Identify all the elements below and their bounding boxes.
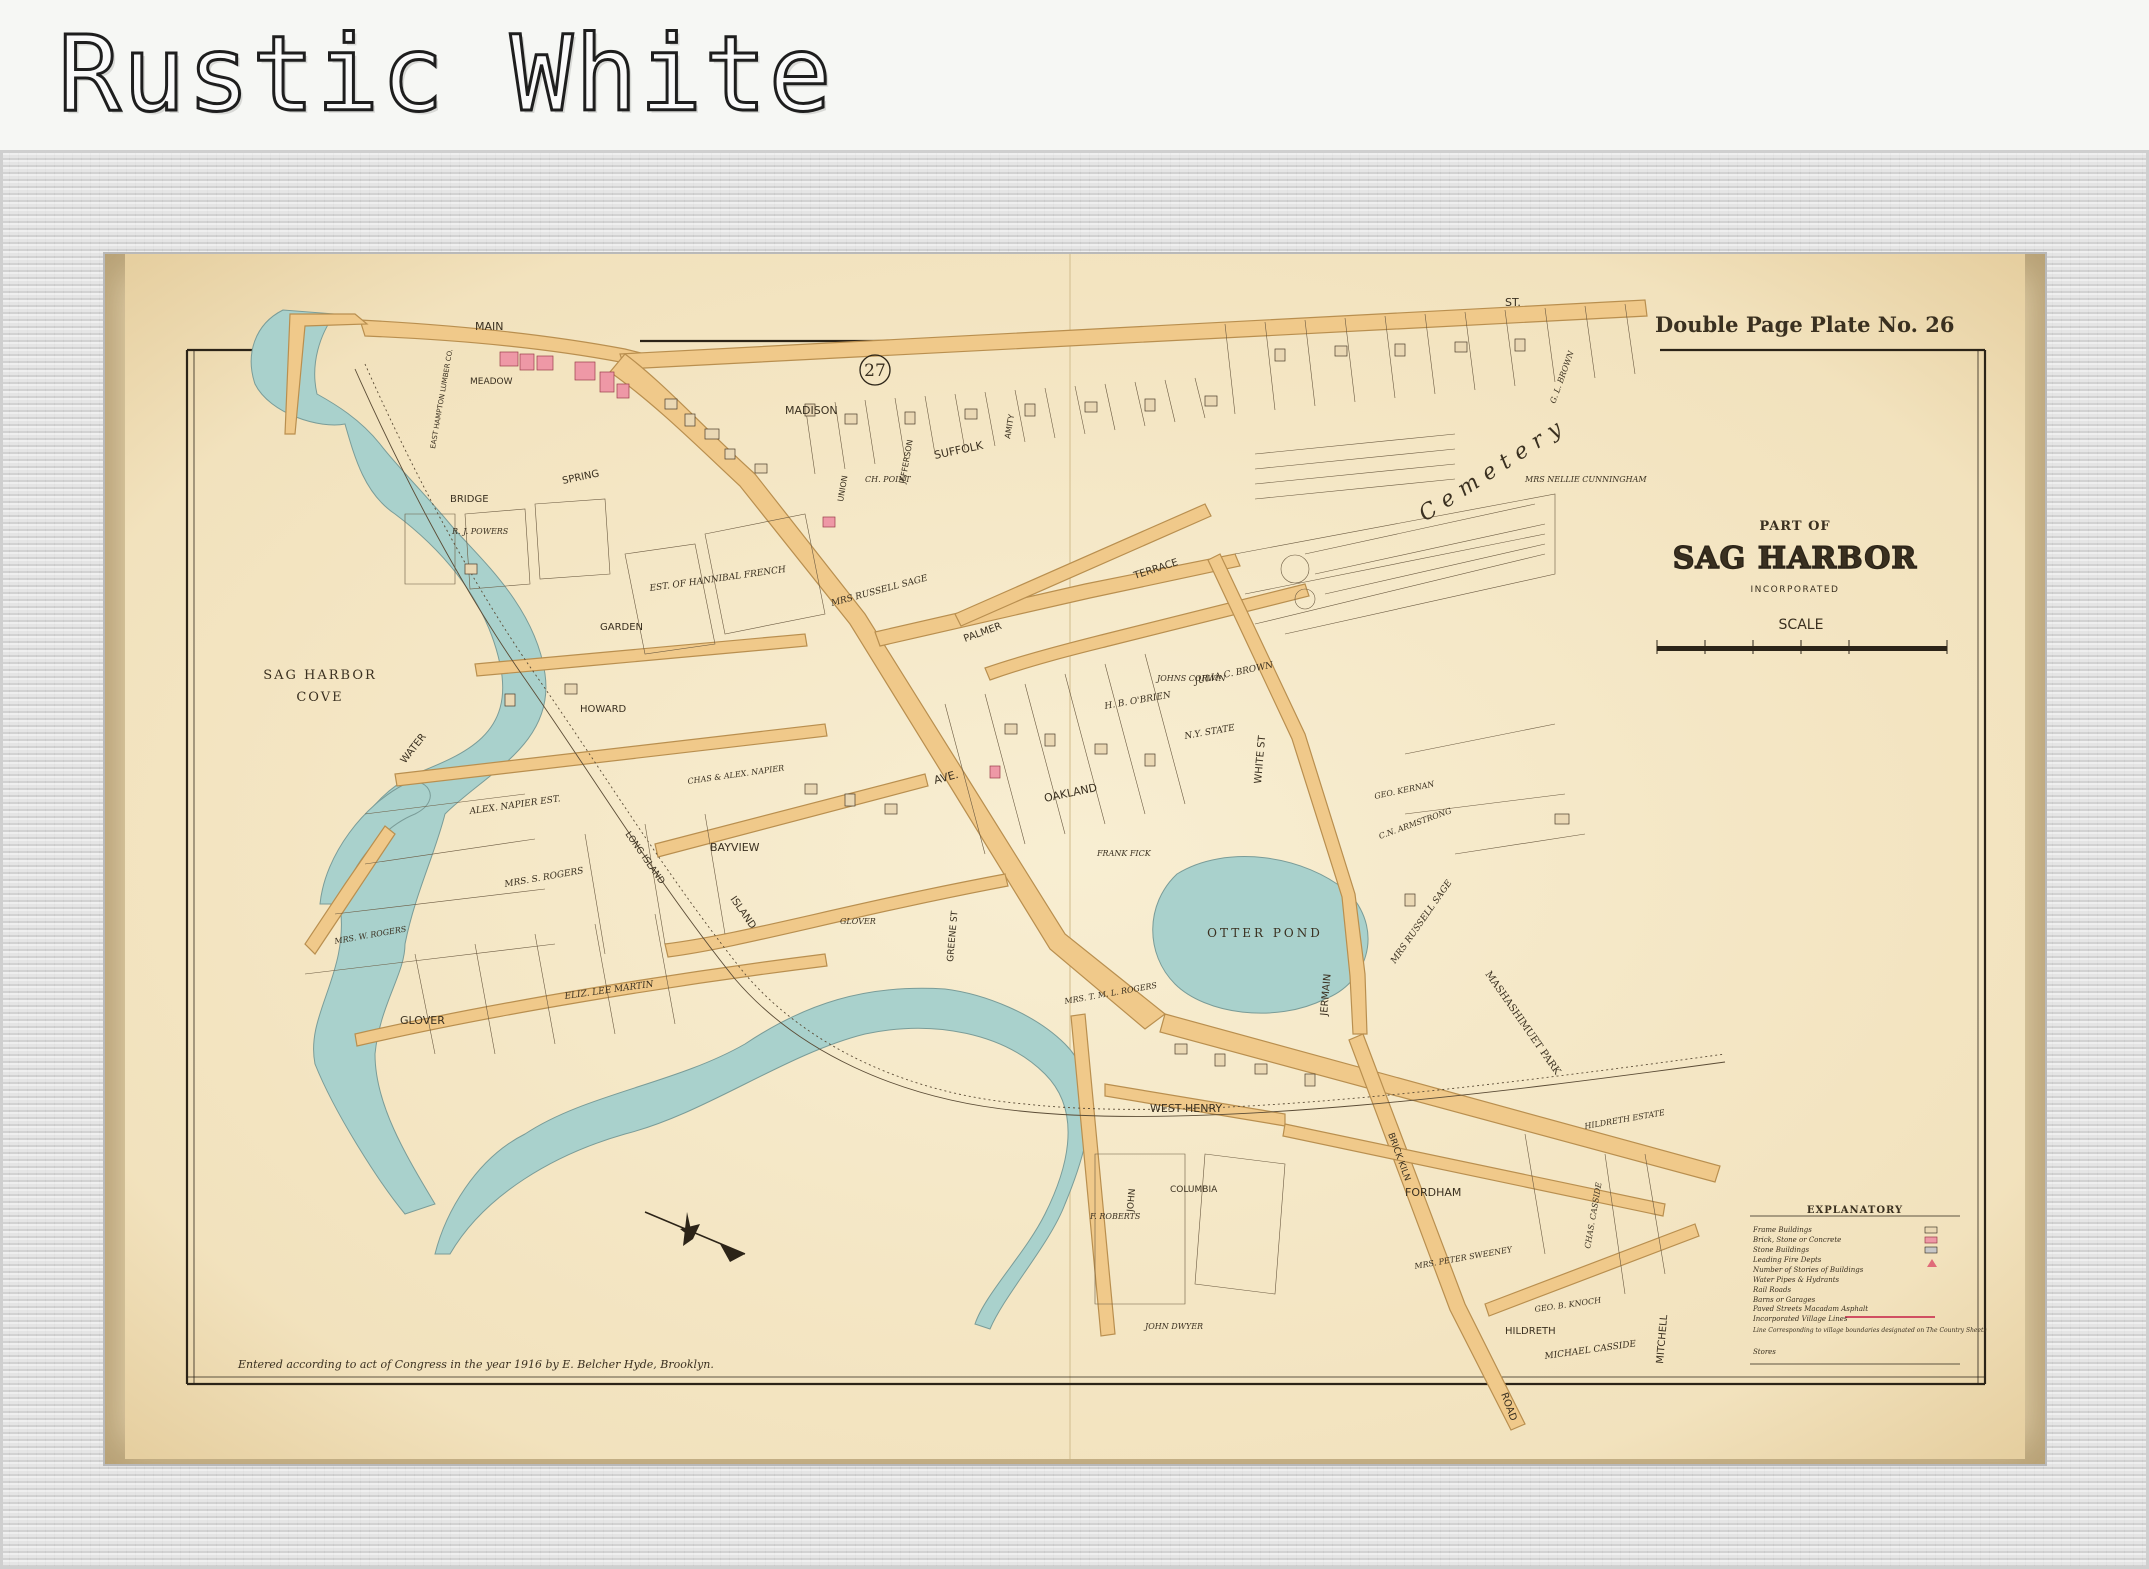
- map-title-small: PART OF: [1759, 519, 1830, 534]
- owner-label: FRANK FICK: [1096, 849, 1152, 858]
- water-label-sag-harbor: SAG HARBOR: [263, 668, 377, 683]
- street-label: BAYVIEW: [710, 841, 760, 854]
- street-label: MEADOW: [470, 377, 513, 387]
- street-label: BRIDGE: [450, 494, 489, 505]
- street-label: MADISON: [785, 404, 838, 417]
- plate-title: Double Page Plate No. 26: [1655, 312, 1954, 337]
- legend-item: Number of Stories of Buildings: [1752, 1266, 1864, 1274]
- map-title-sub: INCORPORATED: [1751, 585, 1840, 595]
- ward-number: 27: [864, 361, 886, 381]
- header-title: Rustic White: [56, 13, 834, 136]
- water-label-cove: COVE: [296, 690, 343, 705]
- header: Rustic White: [0, 0, 2149, 150]
- legend-item: Paved Streets Macadam Asphalt: [1752, 1305, 1868, 1313]
- legend-item: Line Corresponding to village boundaries…: [1752, 1327, 1987, 1334]
- street-label: FORDHAM: [1405, 1186, 1461, 1199]
- water-label-otter-pond: OTTER POND: [1207, 926, 1323, 940]
- street-label: GLOVER: [400, 1014, 445, 1027]
- owner-label: R. J. POWERS: [451, 527, 509, 536]
- map-sheet: Double Page Plate No. 26 27 PART OF SAG …: [125, 254, 2025, 1459]
- legend-item: Barns or Garages: [1752, 1296, 1816, 1304]
- map-title-main: SAG HARBOR: [1673, 541, 1918, 576]
- street-label: HOWARD: [580, 704, 627, 715]
- street-label: WEST HENRY: [1150, 1102, 1222, 1115]
- legend-item: Stores: [1753, 1348, 1776, 1356]
- credit-line: Entered according to act of Congress in …: [237, 1358, 714, 1371]
- owner-label: MRS NELLIE CUNNINGHAM: [1524, 475, 1647, 484]
- map-mat: Double Page Plate No. 26 27 PART OF SAG …: [105, 254, 2045, 1464]
- owner-label: CH. POINT: [865, 475, 911, 484]
- street-label: JOHN: [1126, 1188, 1138, 1213]
- legend-item: Water Pipes & Hydrants: [1753, 1276, 1840, 1284]
- owner-label: JOHN DWYER: [1143, 1322, 1203, 1331]
- legend-item: Rail Roads: [1752, 1286, 1791, 1294]
- owner-label: F. ROBERTS: [1089, 1212, 1141, 1221]
- street-label: MAIN: [475, 320, 504, 333]
- legend-item: Brick, Stone or Concrete: [1752, 1236, 1841, 1244]
- street-label: ST.: [1505, 296, 1521, 309]
- street-label: GARDEN: [600, 622, 643, 633]
- owner-label: GLOVER: [840, 917, 876, 926]
- legend-item: Leading Fire Depts: [1752, 1256, 1822, 1264]
- legend-item: Stone Buildings: [1753, 1246, 1810, 1254]
- legend-item: Frame Buildings: [1752, 1226, 1812, 1234]
- scale-label: SCALE: [1779, 617, 1824, 633]
- street-label: HILDRETH: [1505, 1326, 1556, 1337]
- street-label: COLUMBIA: [1170, 1185, 1218, 1195]
- owner-label: JOHNS CORWIN: [1155, 674, 1227, 683]
- legend-item: Incorporated Village Lines: [1752, 1315, 1848, 1323]
- legend-title: EXPLANATORY: [1807, 1205, 1903, 1216]
